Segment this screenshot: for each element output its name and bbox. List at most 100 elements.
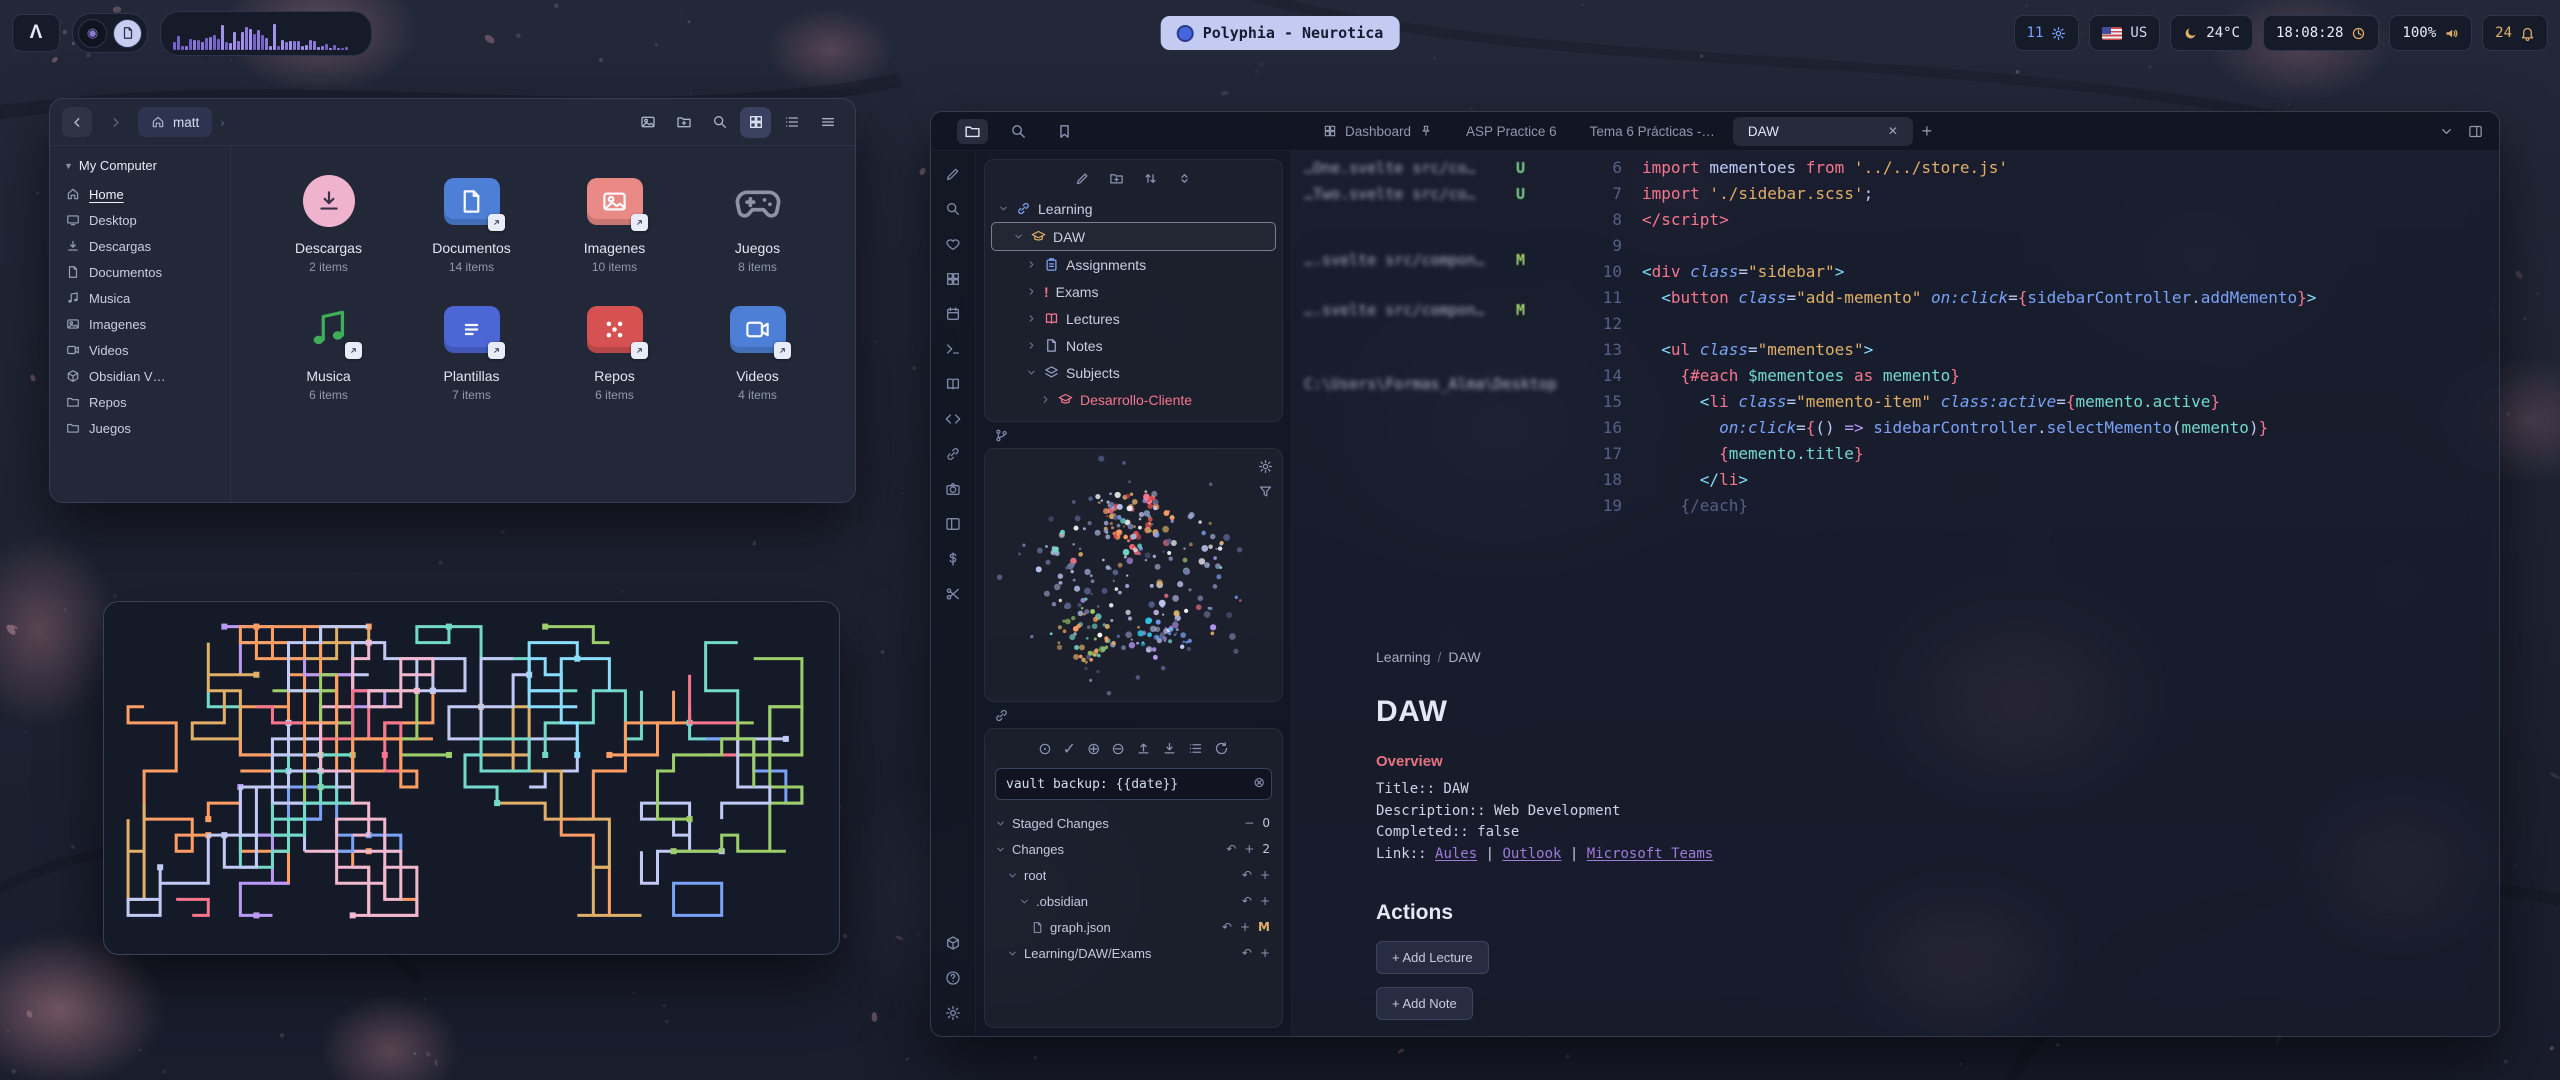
new-folder-icon[interactable] bbox=[1109, 171, 1124, 186]
sidebar-item-videos[interactable]: Videos bbox=[56, 337, 224, 363]
sidebar-tab-folder[interactable] bbox=[957, 119, 988, 144]
explorer-item-assignments[interactable]: Assignments bbox=[991, 251, 1276, 278]
sidebar-tab-bookmark[interactable] bbox=[1049, 119, 1080, 144]
graph-canvas[interactable] bbox=[985, 449, 1282, 701]
menu-button[interactable] bbox=[812, 107, 843, 138]
tab-dashboard[interactable]: Dashboard bbox=[1308, 117, 1448, 146]
explorer-item-learning[interactable]: Learning bbox=[991, 195, 1276, 222]
explorer-item-daw[interactable]: DAW bbox=[991, 222, 1276, 251]
refresh-icon[interactable] bbox=[1214, 739, 1229, 758]
calendar-icon[interactable] bbox=[940, 303, 966, 325]
undo-icon[interactable]: ↶ bbox=[1226, 842, 1236, 856]
module-volume[interactable]: 100% bbox=[2389, 15, 2472, 51]
commit-message-input[interactable] bbox=[995, 768, 1272, 800]
sidebar-item-desktop[interactable]: Desktop bbox=[56, 207, 224, 233]
folder-juegos[interactable]: Juegos8 items bbox=[686, 166, 829, 280]
undo-icon[interactable]: ↶ bbox=[1242, 868, 1252, 882]
notes-shortcut-button[interactable] bbox=[113, 19, 142, 48]
tab-daw[interactable]: DAW✕ bbox=[1733, 117, 1913, 146]
sidebar-item-repos[interactable]: Repos bbox=[56, 389, 224, 415]
back-button[interactable] bbox=[62, 107, 92, 137]
breadcrumb-segment[interactable]: Learning bbox=[1376, 649, 1431, 665]
launcher-button[interactable]: Λ bbox=[12, 14, 60, 52]
module-workspaces[interactable]: 11 bbox=[2014, 15, 2080, 51]
note-breadcrumb[interactable]: Learning/DAW bbox=[1376, 649, 2356, 665]
tab-tema-6-pr-cticas[interactable]: Tema 6 Prácticas -… bbox=[1575, 117, 1730, 146]
plus-icon[interactable]: + bbox=[1260, 868, 1270, 882]
explorer-item-desarrollo-cliente[interactable]: Desarrollo-Cliente bbox=[991, 386, 1276, 413]
graph-filter-icon[interactable] bbox=[1258, 484, 1273, 499]
module-notifications[interactable]: 24 bbox=[2482, 15, 2548, 51]
git-row-changes[interactable]: Changes↶+2 bbox=[993, 836, 1274, 862]
commit-icon[interactable]: ✓ bbox=[1063, 739, 1076, 758]
search-icon[interactable] bbox=[940, 198, 966, 220]
new-note-icon[interactable] bbox=[1075, 171, 1090, 186]
settings-icon[interactable] bbox=[940, 1002, 966, 1024]
list-view-button[interactable] bbox=[776, 107, 807, 138]
note-link-microsoft-teams[interactable]: Microsoft Teams bbox=[1587, 846, 1713, 862]
folder-musica[interactable]: Musica6 items bbox=[257, 294, 400, 408]
new-tab-button[interactable]: + bbox=[1913, 117, 1941, 145]
chevron-down-icon[interactable] bbox=[2439, 124, 2454, 139]
sidebar-item-documentos[interactable]: Documentos bbox=[56, 259, 224, 285]
app-shortcut-button[interactable]: ◉ bbox=[78, 19, 107, 48]
module-clock[interactable]: 18:08:28 bbox=[2263, 15, 2379, 51]
module-weather[interactable]: 24°C bbox=[2170, 15, 2253, 51]
search-button[interactable] bbox=[704, 107, 735, 138]
terminal-icon[interactable] bbox=[940, 338, 966, 360]
media-widget[interactable]: Polyphia - Neurotica bbox=[1161, 16, 1400, 50]
panel-handle-branch[interactable] bbox=[984, 422, 1283, 448]
changes-icon[interactable] bbox=[1188, 739, 1203, 758]
forward-button[interactable] bbox=[100, 107, 130, 137]
heart-icon[interactable] bbox=[940, 233, 966, 255]
explorer-item-subjects[interactable]: Subjects bbox=[991, 359, 1276, 386]
sidebar-item-home[interactable]: Home bbox=[56, 181, 224, 207]
sidebar-item-obsidian-v[interactable]: Obsidian V… bbox=[56, 363, 224, 389]
explorer-item-exams[interactable]: !Exams bbox=[991, 278, 1276, 305]
local-graph-panel[interactable] bbox=[984, 448, 1283, 702]
split-icon[interactable] bbox=[2468, 124, 2483, 139]
undo-icon[interactable]: ↶ bbox=[1222, 920, 1232, 934]
collapse-icon[interactable] bbox=[1177, 171, 1192, 186]
preview-button[interactable] bbox=[632, 107, 663, 138]
sidebar-item-musica[interactable]: Musica bbox=[56, 285, 224, 311]
minus-icon[interactable]: − bbox=[1244, 816, 1254, 830]
close-tab-icon[interactable]: ✕ bbox=[1888, 124, 1898, 138]
folder-plantillas[interactable]: Plantillas7 items bbox=[400, 294, 543, 408]
link-icon[interactable] bbox=[940, 443, 966, 465]
folder-repos[interactable]: Repos6 items bbox=[543, 294, 686, 408]
git-row-learning-daw-exams[interactable]: Learning/DAW/Exams↶+ bbox=[993, 940, 1274, 966]
folder-videos[interactable]: Videos4 items bbox=[686, 294, 829, 408]
new-folder-button[interactable] bbox=[668, 107, 699, 138]
grid-icon[interactable] bbox=[940, 268, 966, 290]
code-icon[interactable] bbox=[940, 408, 966, 430]
backup-icon[interactable]: ⊙ bbox=[1038, 739, 1051, 758]
plus-icon[interactable]: + bbox=[1260, 946, 1270, 960]
git-row-obsidian[interactable]: .obsidian↶+ bbox=[993, 888, 1274, 914]
explorer-item-notes[interactable]: Notes bbox=[991, 332, 1276, 359]
undo-icon[interactable]: ↶ bbox=[1242, 946, 1252, 960]
git-row-root[interactable]: root↶+ bbox=[993, 862, 1274, 888]
dollar-icon[interactable] bbox=[940, 548, 966, 570]
panel-handle-links[interactable] bbox=[984, 702, 1283, 728]
pencil-icon[interactable] bbox=[940, 163, 966, 185]
folder-imagenes[interactable]: Imagenes10 items bbox=[543, 166, 686, 280]
plus-icon[interactable]: + bbox=[1244, 842, 1254, 856]
note-link-outlook[interactable]: Outlook bbox=[1502, 846, 1561, 862]
undo-icon[interactable]: ↶ bbox=[1242, 894, 1252, 908]
git-row-graph-json[interactable]: graph.json↶+M bbox=[993, 914, 1274, 940]
sidebar-tab-search[interactable] bbox=[1003, 119, 1034, 144]
breadcrumb[interactable]: matt bbox=[138, 107, 212, 137]
folder-documentos[interactable]: Documentos14 items bbox=[400, 166, 543, 280]
editor-pane[interactable]: …One.svelte src/co…U…Two.svelte src/co…U… bbox=[1292, 151, 2499, 1036]
tab-asp-practice-6[interactable]: ASP Practice 6 bbox=[1451, 117, 1572, 146]
note-button-add-note[interactable]: + Add Note bbox=[1376, 987, 1473, 1020]
vault-icon[interactable] bbox=[940, 932, 966, 954]
unstage-all-icon[interactable]: ⊖ bbox=[1111, 739, 1124, 758]
breadcrumb-segment[interactable]: DAW bbox=[1448, 649, 1480, 665]
note-button-add-lecture[interactable]: + Add Lecture bbox=[1376, 941, 1489, 974]
grid-view-button[interactable] bbox=[740, 107, 771, 138]
sidebar-header[interactable]: ▼ My Computer bbox=[56, 154, 224, 181]
scissors-icon[interactable] bbox=[940, 583, 966, 605]
sidebar-item-imagenes[interactable]: Imagenes bbox=[56, 311, 224, 337]
